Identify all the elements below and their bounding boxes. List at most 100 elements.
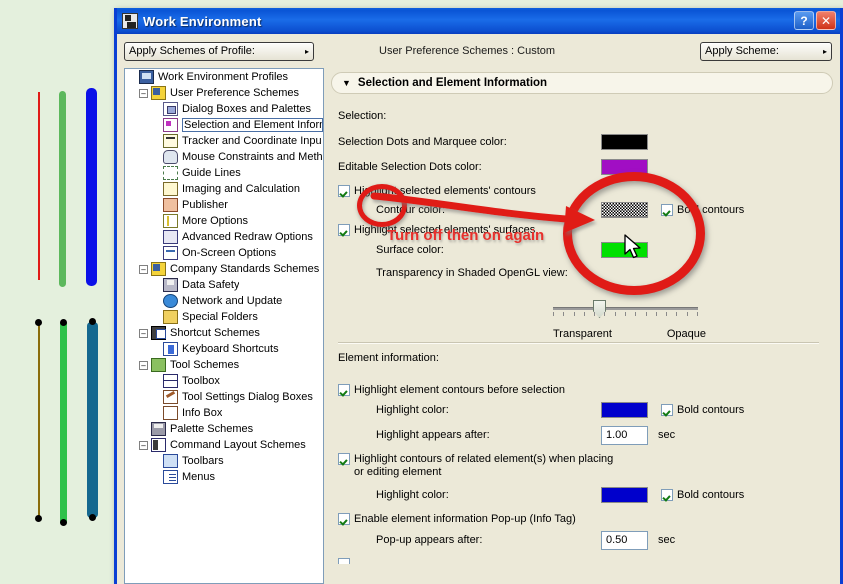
contour-color-label: Contour color: <box>376 204 446 216</box>
tree-item-command-layout-schemes[interactable]: – Command Layout Schemes <box>125 437 323 453</box>
tree-item-label: Tool Settings Dialog Boxes <box>182 391 313 403</box>
apply-schemes-of-profile-combo[interactable]: Apply Schemes of Profile: ▸ <box>124 41 314 61</box>
tree-item-label: Command Layout Schemes <box>170 439 306 451</box>
slider-tick <box>666 312 667 316</box>
highlight-related-label-line1: Highlight contours of related element(s)… <box>354 453 614 465</box>
transparency-slider[interactable]: Transparent Opaque <box>553 300 706 340</box>
enable-info-tag-checkbox[interactable] <box>338 513 350 525</box>
tree-item-work-environment-profiles[interactable]: Work Environment Profiles <box>125 69 323 85</box>
highlight-selected-surfaces-row: Highlight selected elements' surfaces <box>331 224 833 237</box>
next-option-checkbox[interactable] <box>338 558 350 564</box>
tree-item-label: Network and Update <box>182 295 283 307</box>
highlight-related-checkbox[interactable] <box>338 453 350 465</box>
tree-item-label: Tracker and Coordinate Inpu <box>182 135 322 147</box>
popup-appears-after-input[interactable]: 0.50 <box>601 530 648 550</box>
tree-expander-icon[interactable]: – <box>139 440 148 450</box>
tree-item-keyboard-shortcuts[interactable]: Keyboard Shortcuts <box>125 341 323 357</box>
tree-gui-icon <box>163 166 178 180</box>
slider-tick <box>625 312 626 316</box>
surface-color-row: Surface color: <box>331 237 833 263</box>
slider-tick <box>594 312 595 316</box>
related-highlight-color-swatch[interactable] <box>601 486 648 503</box>
tree-item-more-options[interactable]: More Options <box>125 213 323 229</box>
surface-color-swatch[interactable] <box>601 242 648 258</box>
slider-track[interactable] <box>553 307 698 310</box>
tree-item-tool-settings-dialog-boxes[interactable]: Tool Settings Dialog Boxes <box>125 389 323 405</box>
canvas-line-red <box>38 92 40 280</box>
tree-item-label: Selection and Element Inform <box>182 118 323 132</box>
close-button[interactable]: ✕ <box>816 11 836 30</box>
tree-tool-icon <box>151 358 166 372</box>
highlight-contours-checkbox[interactable] <box>338 185 350 197</box>
tree-item-label: User Preference Schemes <box>170 87 299 99</box>
highlight-color-swatch[interactable] <box>601 401 648 418</box>
tree-dsk-icon <box>163 278 178 292</box>
tree-expander-icon[interactable]: – <box>139 88 148 98</box>
tree-item-info-box[interactable]: Info Box <box>125 405 323 421</box>
contour-bold-checkbox[interactable] <box>661 204 673 216</box>
selection-dot <box>89 318 96 325</box>
highlight-before-selection-checkbox[interactable] <box>338 384 350 396</box>
tree-item-label: Tool Schemes <box>170 359 240 371</box>
tree-item-label: Dialog Boxes and Palettes <box>182 103 312 115</box>
group-header-selection-and-element-information[interactable]: ▼ Selection and Element Information <box>331 72 833 94</box>
highlight-surfaces-checkbox[interactable] <box>338 224 350 236</box>
related-bold-checkbox[interactable] <box>661 488 673 501</box>
tree-item-imaging-and-calculation[interactable]: Imaging and Calculation <box>125 181 323 197</box>
tree-item-selection-and-element-inform[interactable]: Selection and Element Inform <box>125 117 323 133</box>
collapse-triangle-icon[interactable]: ▼ <box>342 78 351 88</box>
slider-tick <box>656 312 657 316</box>
highlight-appears-after-label: Highlight appears after: <box>376 429 490 441</box>
tree-item-guide-lines[interactable]: Guide Lines <box>125 165 323 181</box>
highlight-bold-checkbox[interactable] <box>661 403 673 416</box>
tree-expander-icon[interactable]: – <box>139 360 148 370</box>
tree-item-publisher[interactable]: Publisher <box>125 197 323 213</box>
tree-item-user-preference-schemes[interactable]: – User Preference Schemes <box>125 85 323 101</box>
highlight-appears-after-input[interactable]: 1.00 <box>601 425 648 445</box>
apply-schemes-of-profile-label: Apply Schemes of Profile: <box>129 45 255 57</box>
tree-expander-icon[interactable]: – <box>139 328 148 338</box>
tree-expander-icon[interactable]: – <box>139 264 148 274</box>
contour-color-swatch[interactable] <box>601 202 648 218</box>
highlight-contours-label: Highlight selected elements' contours <box>354 185 536 197</box>
next-option-row-clipped <box>331 558 833 564</box>
help-button[interactable]: ? <box>794 11 814 30</box>
highlight-before-selection-label: Highlight element contours before select… <box>354 384 565 396</box>
tree-item-on-screen-options[interactable]: On-Screen Options <box>125 245 323 261</box>
element-information-heading: Element information: <box>338 352 439 364</box>
tree-item-company-standards-schemes[interactable]: – Company Standards Schemes <box>125 261 323 277</box>
title-bar[interactable]: Work Environment ? ✕ <box>117 8 840 34</box>
slider-tick <box>676 312 677 316</box>
tree-item-tool-schemes[interactable]: – Tool Schemes <box>125 357 323 373</box>
canvas-line-green-selected <box>60 323 67 523</box>
tree-item-toolbars[interactable]: Toolbars <box>125 453 323 469</box>
highlight-bold-label: Bold contours <box>677 403 745 416</box>
tree-item-network-and-update[interactable]: Network and Update <box>125 293 323 309</box>
scheme-tree[interactable]: Work Environment Profiles – User Preferenc… <box>124 68 324 584</box>
selection-section-heading: Selection: <box>338 110 387 122</box>
tree-item-advanced-redraw-options[interactable]: Advanced Redraw Options <box>125 229 323 245</box>
tree-ibx-icon <box>163 406 178 420</box>
slider-tick <box>697 312 698 316</box>
selection-dots-color-label: Selection Dots and Marquee color: <box>338 135 507 148</box>
tree-item-palette-schemes[interactable]: Palette Schemes <box>125 421 323 437</box>
tree-item-mouse-constraints-and-meth[interactable]: Mouse Constraints and Meth <box>125 149 323 165</box>
tree-item-label: Company Standards Schemes <box>170 263 320 275</box>
tree-item-toolbox[interactable]: Toolbox <box>125 373 323 389</box>
tree-item-shortcut-schemes[interactable]: – Shortcut Schemes <box>125 325 323 341</box>
tree-item-special-folders[interactable]: Special Folders <box>125 309 323 325</box>
apply-scheme-combo[interactable]: Apply Scheme: ▸ <box>700 41 832 61</box>
tree-sch-icon <box>151 262 166 276</box>
tree-item-menus[interactable]: Menus <box>125 469 323 485</box>
window-title: Work Environment <box>143 13 262 29</box>
selection-dots-color-swatch[interactable] <box>601 133 648 150</box>
chevron-right-icon: ▸ <box>304 46 309 56</box>
tree-item-tracker-and-coordinate-inpu[interactable]: Tracker and Coordinate Inpu <box>125 133 323 149</box>
slider-ticks <box>553 312 698 320</box>
tree-item-dialog-boxes-and-palettes[interactable]: Dialog Boxes and Palettes <box>125 101 323 117</box>
contour-bold-label: Bold contours <box>677 204 745 216</box>
dialog-toolbar: Apply Schemes of Profile: ▸ User Prefere… <box>117 34 840 68</box>
tree-item-data-safety[interactable]: Data Safety <box>125 277 323 293</box>
editable-selection-dots-color-swatch[interactable] <box>601 158 648 175</box>
selection-dot <box>35 515 42 522</box>
